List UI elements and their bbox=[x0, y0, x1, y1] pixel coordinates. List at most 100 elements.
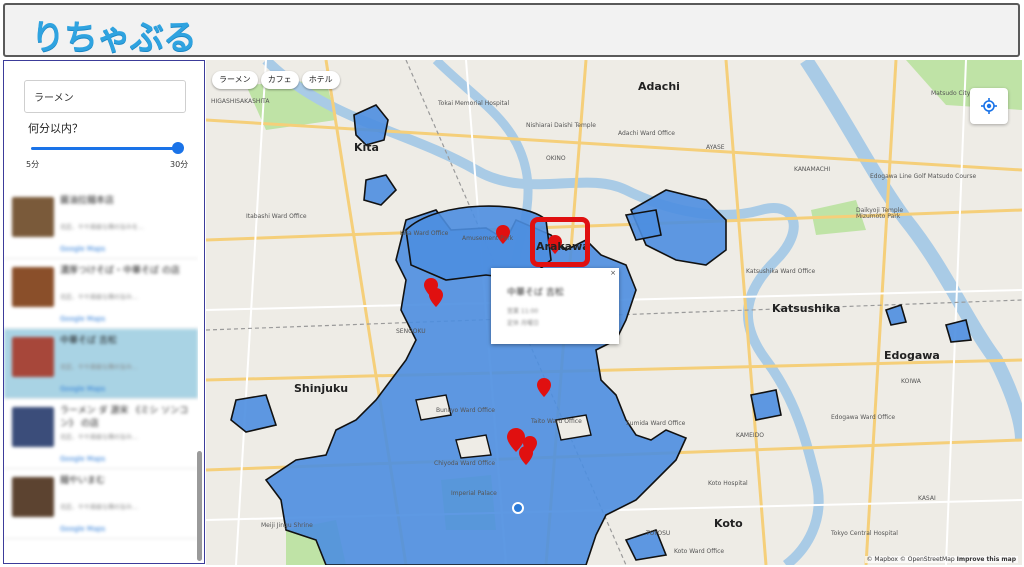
place-label: Tokyo Central Hospital bbox=[831, 530, 898, 537]
place-label: AYASE bbox=[706, 144, 725, 151]
minutes-slider[interactable] bbox=[31, 142, 184, 154]
place-label: Chiyoda Ward Office bbox=[434, 460, 496, 467]
results-scrollbar[interactable] bbox=[197, 451, 202, 561]
result-map-link[interactable]: Google Maps bbox=[60, 315, 105, 323]
mapbox-credit[interactable]: © Mapbox bbox=[867, 556, 898, 563]
result-name: 濃厚つけそば・中華そば の店 bbox=[60, 266, 180, 276]
isochrone-area bbox=[363, 174, 398, 206]
place-label: Sumida Ward Office bbox=[626, 420, 686, 427]
popup-title: 中華そば 吉松 bbox=[507, 288, 564, 298]
result-map-link[interactable]: Google Maps bbox=[60, 455, 105, 463]
osm-credit[interactable]: © OpenStreetMap bbox=[900, 556, 955, 563]
place-label: SENGOKU bbox=[396, 328, 426, 335]
place-label: KASAI bbox=[918, 495, 936, 502]
result-meta: 北区、やや高級な鶏の旨み... bbox=[60, 434, 138, 441]
map-attribution: © Mapbox © OpenStreetMap Improve this ma… bbox=[864, 556, 1018, 563]
ward-label-shinjuku: Shinjuku bbox=[294, 382, 349, 395]
ward-label-edogawa: Edogawa bbox=[884, 349, 940, 362]
place-label: Daikyoji Temple bbox=[856, 207, 904, 214]
isochrone-area bbox=[230, 394, 278, 433]
place-label: Mizumoto Park bbox=[856, 213, 901, 220]
header-bar: りちゃぶる bbox=[3, 3, 1020, 59]
crosshair-icon bbox=[981, 98, 997, 114]
isochrone-area bbox=[884, 303, 908, 326]
result-thumbnail bbox=[12, 337, 54, 377]
result-item[interactable]: 中華そば 吉松 北区、やや高級な鶏の旨み... Google Maps bbox=[4, 329, 198, 399]
result-thumbnail bbox=[12, 197, 54, 237]
place-label: Edogawa Line Golf Matsudo Course bbox=[870, 173, 977, 180]
isochrone-gap bbox=[455, 434, 492, 459]
place-label: Itabashi Ward Office bbox=[246, 213, 307, 220]
minor-road bbox=[235, 60, 267, 565]
place-label: Kita Ward Office bbox=[400, 230, 449, 237]
result-map-link[interactable]: Google Maps bbox=[60, 525, 105, 533]
results-list: 醤油拉麺本店 北区、やや高級な鶏の旨みを... Google Maps 濃厚つけ… bbox=[4, 189, 198, 563]
result-item[interactable]: 醤油拉麺本店 北区、やや高級な鶏の旨みを... Google Maps bbox=[4, 189, 198, 259]
place-label: KOIWA bbox=[901, 378, 921, 385]
improve-map-link[interactable]: Improve this map bbox=[957, 556, 1016, 563]
slider-track bbox=[31, 147, 181, 150]
ward-label-kita: Kita bbox=[354, 141, 379, 154]
place-label: Katsushika Ward Office bbox=[746, 268, 816, 275]
highlight-annotation bbox=[530, 217, 590, 267]
result-meta: 北区、やや高級な鶏の旨みを... bbox=[60, 224, 144, 231]
place-label: Imperial Palace bbox=[451, 490, 497, 497]
isochrone-area bbox=[944, 319, 973, 343]
place-label: Nishiarai Daishi Temple bbox=[526, 122, 596, 129]
major-road bbox=[206, 118, 1022, 172]
ward-label-koto: Koto bbox=[714, 517, 743, 530]
place-label: Koto Hospital bbox=[708, 480, 748, 487]
place-label: Tokai Memorial Hospital bbox=[438, 100, 510, 107]
result-meta: 北区、やや高級な鶏の旨み... bbox=[60, 504, 138, 511]
place-label: Koto Ward Office bbox=[674, 548, 725, 555]
place-label: KANAMACHI bbox=[794, 166, 831, 173]
result-thumbnail bbox=[12, 267, 54, 307]
sidebar: 何分以内？ 5分 30分 醤油拉麺本店 北区、やや高級な鶏の旨みを... Goo… bbox=[3, 60, 205, 564]
result-meta: 北区、やや高級な鶏の旨み... bbox=[60, 294, 138, 301]
major-road bbox=[206, 358, 1022, 382]
slider-thumb[interactable] bbox=[172, 142, 184, 154]
search-input[interactable] bbox=[24, 80, 186, 113]
result-map-link[interactable]: Google Maps bbox=[60, 245, 105, 253]
place-label: KAMEIDO bbox=[736, 432, 765, 439]
result-meta: 北区、やや高級な鶏の旨み... bbox=[60, 364, 138, 371]
result-name: 麺やいまむ bbox=[60, 476, 106, 486]
result-name: ラーメン ダ 源宋 《ミシ ソンコン》 の店 bbox=[60, 406, 189, 429]
place-label: TOYOSU bbox=[646, 530, 671, 537]
place-label: Adachi Ward Office bbox=[618, 130, 675, 137]
place-popup: × 中華そば 吉松 営業 11:00 定休 月曜日 bbox=[491, 268, 619, 344]
place-label: Taito Ward Office bbox=[531, 418, 582, 425]
isochrone-area bbox=[353, 104, 389, 146]
ward-label-adachi: Adachi bbox=[638, 80, 680, 93]
place-label: OKINO bbox=[546, 155, 566, 162]
place-label: HIGASHISAKASHITA bbox=[211, 98, 270, 105]
popup-close-button[interactable]: × bbox=[610, 269, 616, 277]
chip-cafe[interactable]: カフェ bbox=[260, 71, 299, 89]
place-label: Amusement Park bbox=[462, 235, 514, 242]
ward-label-katsushika: Katsushika bbox=[772, 302, 841, 315]
app-logo[interactable]: りちゃぶる bbox=[31, 10, 197, 59]
result-item[interactable]: ラーメン ダ 源宋 《ミシ ソンコン》 の店 北区、やや高級な鶏の旨み... G… bbox=[4, 399, 198, 469]
result-item[interactable]: 麺やいまむ 北区、やや高級な鶏の旨み... Google Maps bbox=[4, 469, 198, 539]
isochrone-area bbox=[624, 209, 662, 241]
chip-hotel[interactable]: ホテル bbox=[301, 71, 340, 89]
result-thumbnail bbox=[12, 477, 54, 517]
result-name: 中華そば 吉松 bbox=[60, 336, 117, 346]
chip-ramen[interactable]: ラーメン bbox=[212, 71, 258, 89]
isochrone-area bbox=[750, 389, 782, 421]
result-name: 醤油拉麺本店 bbox=[60, 196, 115, 206]
major-road bbox=[724, 60, 768, 565]
result-item[interactable]: 濃厚つけそば・中華そば の店 北区、やや高級な鶏の旨み... Google Ma… bbox=[4, 259, 198, 329]
result-map-link[interactable]: Google Maps bbox=[60, 385, 105, 393]
geolocate-button[interactable] bbox=[970, 88, 1008, 124]
current-location-marker bbox=[512, 502, 524, 514]
result-thumbnail bbox=[12, 407, 54, 447]
place-label: Bunkyo Ward Office bbox=[436, 407, 495, 414]
slider-min-label: 5分 bbox=[26, 160, 40, 169]
place-label: Edogawa Ward Office bbox=[831, 414, 896, 421]
slider-max-label: 30分 bbox=[170, 160, 189, 169]
minutes-label: 何分以内？ bbox=[28, 122, 83, 135]
popup-detail: 営業 11:00 bbox=[507, 308, 539, 315]
category-filter-bar: ラーメン カフェ ホテル bbox=[212, 71, 340, 89]
popup-detail: 定休 月曜日 bbox=[507, 320, 539, 327]
